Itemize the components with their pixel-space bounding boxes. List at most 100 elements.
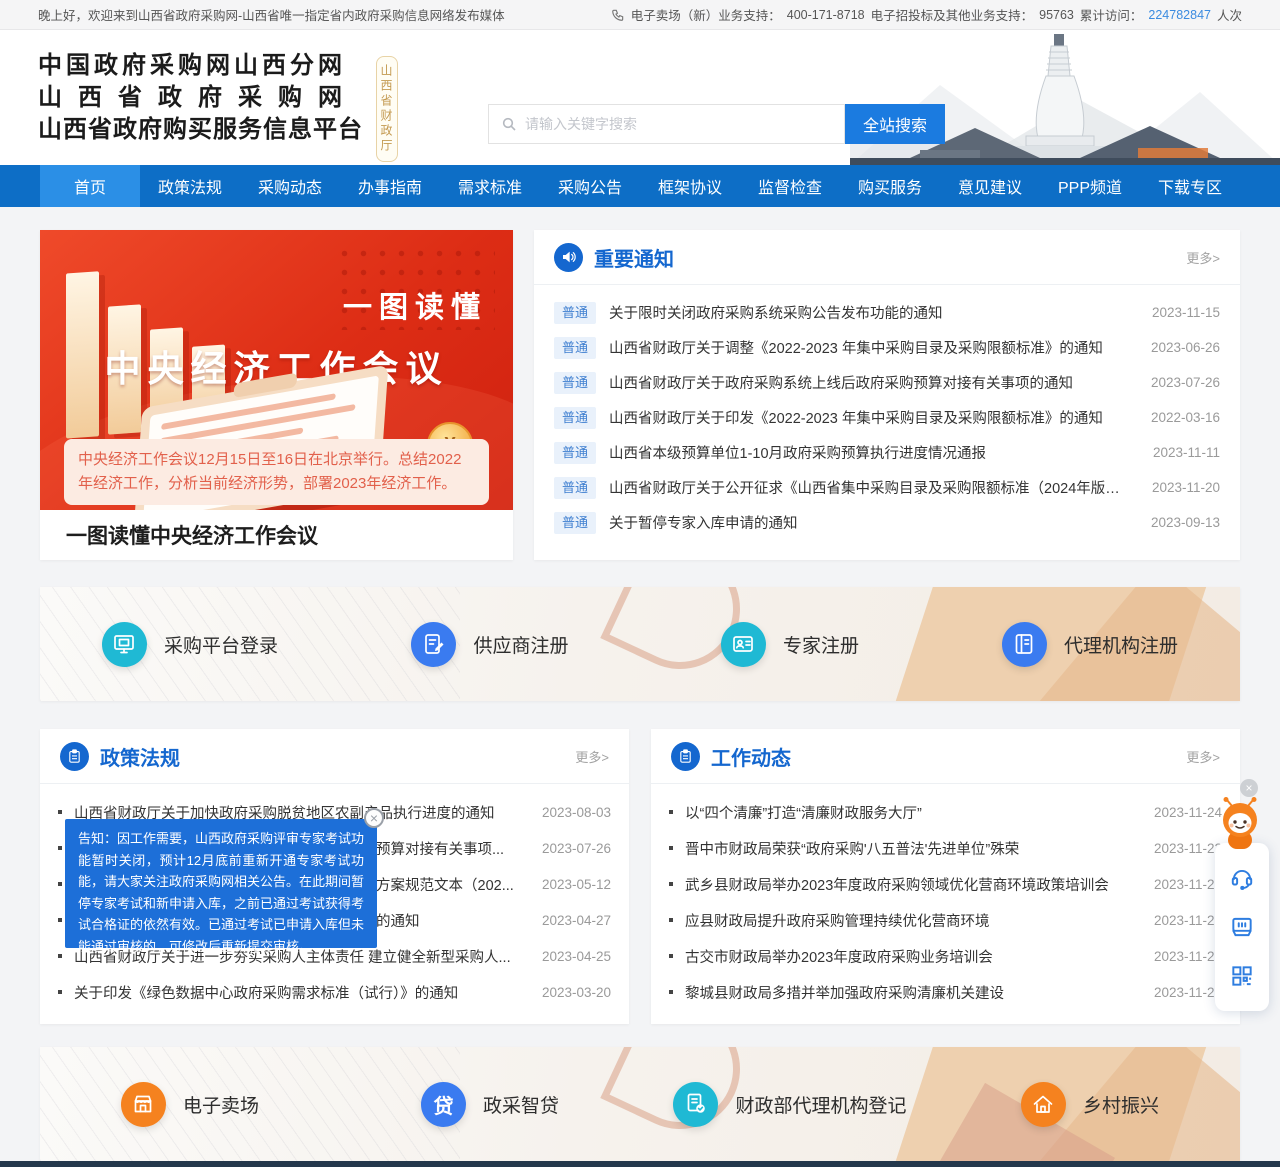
news-item-title-link[interactable]: 应县财政局提升政府采购管理持续优化营商环境 bbox=[685, 910, 1136, 931]
notice-badge: 普通 bbox=[554, 301, 597, 324]
notice-date: 2023-07-26 bbox=[1150, 375, 1220, 390]
floating-close-icon[interactable]: × bbox=[1240, 779, 1258, 797]
notice-date: 2022-03-16 bbox=[1150, 410, 1220, 425]
notice-title-link[interactable]: 山西省财政厅关于政府采购系统上线后政府采购预算对接有关事项的通知 bbox=[609, 372, 1133, 393]
bullet-icon bbox=[58, 810, 62, 814]
news-item: 古交市财政局举办2023年度政府采购业务培训会 2023-11-20 bbox=[669, 938, 1222, 974]
hero-banner[interactable]: 一图读懂 中央经济工作会议 ¥ ¥ 中央经济工作会议12月15日至16日在北京举… bbox=[40, 230, 513, 510]
news-title: 工作动态 bbox=[711, 747, 791, 770]
visits-suffix: 人次 bbox=[1216, 9, 1242, 23]
smart-loan-icon: 贷 bbox=[420, 1081, 466, 1127]
news-item: 武乡县财政局举办2023年度政府采购领域优化营商环境政策培训会 2023-11-2… bbox=[669, 866, 1222, 902]
manual-icon[interactable] bbox=[1228, 913, 1256, 941]
bullet-icon bbox=[58, 846, 62, 850]
news-item-date: 2023-11-22 bbox=[1153, 876, 1222, 892]
news-item-title-link[interactable]: 黎城县财政局多措并举加强政府采购清廉机关建设 bbox=[685, 982, 1136, 1003]
news-item-title-link[interactable]: 以“四个清廉”打造“清廉财政服务大厅” bbox=[685, 802, 1136, 823]
search-button[interactable]: 全站搜索 bbox=[845, 104, 945, 144]
nav-item-框架协议[interactable]: 框架协议 bbox=[640, 165, 740, 207]
policy-item-title-link[interactable]: 关于印发《绿色数据中心政府采购需求标准（试行）》的通知 bbox=[74, 982, 524, 1003]
notice-title-link[interactable]: 山西省财政厅关于调整《2022-2023 年集中采购目录及采购限额标准》的通知 bbox=[609, 337, 1133, 358]
bullet-icon bbox=[58, 918, 62, 922]
rural-revitalization-label: 乡村振兴 bbox=[1082, 1095, 1159, 1117]
smart-loan-link[interactable]: 贷政采智贷 bbox=[340, 1047, 640, 1161]
quick-links-banner: 采购平台登录 供应商注册 专家注册 代理机构注册 bbox=[40, 587, 1240, 701]
notices-more-link[interactable]: 更多> bbox=[1186, 248, 1220, 267]
nav-item-购买服务[interactable]: 购买服务 bbox=[840, 165, 940, 207]
notice-title-link[interactable]: 山西省本级预算单位1-10月政府采购预算执行进度情况通报 bbox=[609, 442, 1135, 463]
announcement-popup: 告知：因工作需要，山西政府采购评审专家考试功能暂时关闭，预计12月底前重新开通专… bbox=[65, 819, 377, 954]
policy-more-link[interactable]: 更多> bbox=[575, 747, 609, 766]
nav-item-采购公告[interactable]: 采购公告 bbox=[540, 165, 640, 207]
news-item: 晋中市财政局荣获“政府采购'八五普法'先进单位”殊荣 2023-11-22 bbox=[669, 830, 1222, 866]
nav-item-采购动态[interactable]: 采购动态 bbox=[240, 165, 340, 207]
bottom-links-banner: 电子卖场 贷政采智贷 财政部代理机构登记 乡村振兴 bbox=[40, 1047, 1240, 1161]
notice-row: 普通 关于暂停专家入库申请的通知 2023-09-13 bbox=[554, 505, 1220, 540]
news-item-title-link[interactable]: 晋中市财政局荣获“政府采购'八五普法'先进单位”殊荣 bbox=[685, 838, 1136, 859]
news-item-title-link[interactable]: 武乡县财政局举办2023年度政府采购领域优化营商环境政策培训会 bbox=[685, 874, 1136, 895]
news-item-date: 2023-11-20 bbox=[1153, 912, 1222, 928]
nav-item-PPP频道[interactable]: PPP频道 bbox=[1040, 165, 1140, 207]
policy-item: 关于印发《绿色数据中心政府采购需求标准（试行）》的通知 2023-03-20 bbox=[58, 974, 611, 1010]
speaker-icon bbox=[554, 242, 583, 272]
bullet-icon bbox=[58, 990, 62, 994]
popup-close-icon[interactable]: × bbox=[364, 808, 384, 828]
nav-item-政策法规[interactable]: 政策法规 bbox=[140, 165, 240, 207]
expert-register-label: 专家注册 bbox=[782, 635, 859, 657]
news-item-title-link[interactable]: 古交市财政局举办2023年度政府采购业务培训会 bbox=[685, 946, 1136, 967]
qrcode-icon[interactable] bbox=[1228, 962, 1256, 990]
e-mall-label: 电子卖场 bbox=[182, 1095, 259, 1117]
notice-title-link[interactable]: 山西省财政厅关于公开征求《山西省集中采购目录及采购限额标准（2024年版） ..… bbox=[609, 477, 1134, 498]
nav-item-意见建议[interactable]: 意见建议 bbox=[940, 165, 1040, 207]
nav-item-办事指南[interactable]: 办事指南 bbox=[340, 165, 440, 207]
agency-register-label: 代理机构注册 bbox=[1063, 635, 1178, 657]
e-mall-link[interactable]: 电子卖场 bbox=[40, 1047, 340, 1161]
nav-item-需求标准[interactable]: 需求标准 bbox=[440, 165, 540, 207]
topbar: 晚上好，欢迎来到山西省政府采购网-山西省唯一指定省内政府采购信息网络发布媒体 电… bbox=[0, 0, 1280, 30]
header: 中国政府采购网山西分网 山西省政府采购网 山西省政府购买服务信息平台 山西省财政… bbox=[0, 30, 1280, 165]
visits-count: 224782847 bbox=[1148, 7, 1211, 22]
nav-item-下载专区[interactable]: 下载专区 bbox=[1140, 165, 1240, 207]
hero-summary: 中央经济工作会议12月15日至16日在北京举行。总结2022年经济工作，分析当前… bbox=[64, 439, 489, 505]
phone-icon bbox=[611, 9, 623, 21]
expert-register-link[interactable]: 专家注册 bbox=[640, 587, 940, 701]
notice-title-link[interactable]: 山西省财政厅关于印发《2022-2023 年集中采购目录及采购限额标准》的通知 bbox=[609, 407, 1133, 428]
pagoda-illustration bbox=[850, 34, 1280, 165]
support1-value: 400-171-8718 bbox=[786, 7, 865, 22]
notice-badge: 普通 bbox=[554, 476, 597, 499]
footer-strip bbox=[0, 1161, 1280, 1167]
bullet-icon bbox=[669, 846, 673, 850]
mascot-avatar[interactable] bbox=[1214, 797, 1266, 853]
news-more-link[interactable]: 更多> bbox=[1186, 747, 1220, 766]
logo-line-3: 山西省政府购买服务信息平台 bbox=[38, 116, 363, 143]
search-input[interactable] bbox=[525, 116, 832, 132]
rural-revitalization-icon bbox=[1020, 1081, 1066, 1127]
hero-tagline: 一图读懂 bbox=[342, 292, 487, 324]
e-mall-icon bbox=[120, 1081, 166, 1127]
clipboard-icon bbox=[671, 741, 700, 771]
mof-agency-register-label: 财政部代理机构登记 bbox=[735, 1095, 907, 1117]
notice-title-link[interactable]: 关于暂停专家入库申请的通知 bbox=[609, 512, 1133, 533]
supplier-register-link[interactable]: 供应商注册 bbox=[340, 587, 640, 701]
notice-title-link[interactable]: 关于限时关闭政府采购系统采购公告发布功能的通知 bbox=[609, 302, 1134, 323]
news-item-date: 2023-11-20 bbox=[1153, 948, 1222, 964]
rural-revitalization-link[interactable]: 乡村振兴 bbox=[940, 1047, 1240, 1161]
bullet-icon bbox=[669, 954, 673, 958]
carousel-caption[interactable]: 一图读懂中央经济工作会议 bbox=[40, 510, 513, 560]
bullet-icon bbox=[669, 882, 673, 886]
support1-label: 电子卖场（新）业务支持： bbox=[630, 9, 781, 23]
policy-item-date: 2023-05-12 bbox=[541, 876, 611, 892]
notice-row: 普通 山西省财政厅关于调整《2022-2023 年集中采购目录及采购限额标准》的通… bbox=[554, 330, 1220, 365]
platform-login-link[interactable]: 采购平台登录 bbox=[40, 587, 340, 701]
agency-register-link[interactable]: 代理机构注册 bbox=[940, 587, 1240, 701]
logo-line-2: 山西省政府采购网 bbox=[38, 84, 358, 111]
carousel-card[interactable]: 一图读懂 中央经济工作会议 ¥ ¥ 中央经济工作会议12月15日至16日在北京举… bbox=[40, 230, 513, 560]
notice-date: 2023-09-13 bbox=[1150, 515, 1220, 530]
mof-agency-register-link[interactable]: 财政部代理机构登记 bbox=[640, 1047, 940, 1161]
customer-service-icon[interactable] bbox=[1228, 864, 1256, 892]
nav-item-首页[interactable]: 首页 bbox=[40, 165, 140, 207]
news-item: 以“四个清廉”打造“清廉财政服务大厅” 2023-11-24 bbox=[669, 794, 1222, 830]
notice-date: 2023-06-26 bbox=[1150, 340, 1220, 355]
nav-item-监督检查[interactable]: 监督检查 bbox=[740, 165, 840, 207]
news-item: 应县财政局提升政府采购管理持续优化营商环境 2023-11-20 bbox=[669, 902, 1222, 938]
